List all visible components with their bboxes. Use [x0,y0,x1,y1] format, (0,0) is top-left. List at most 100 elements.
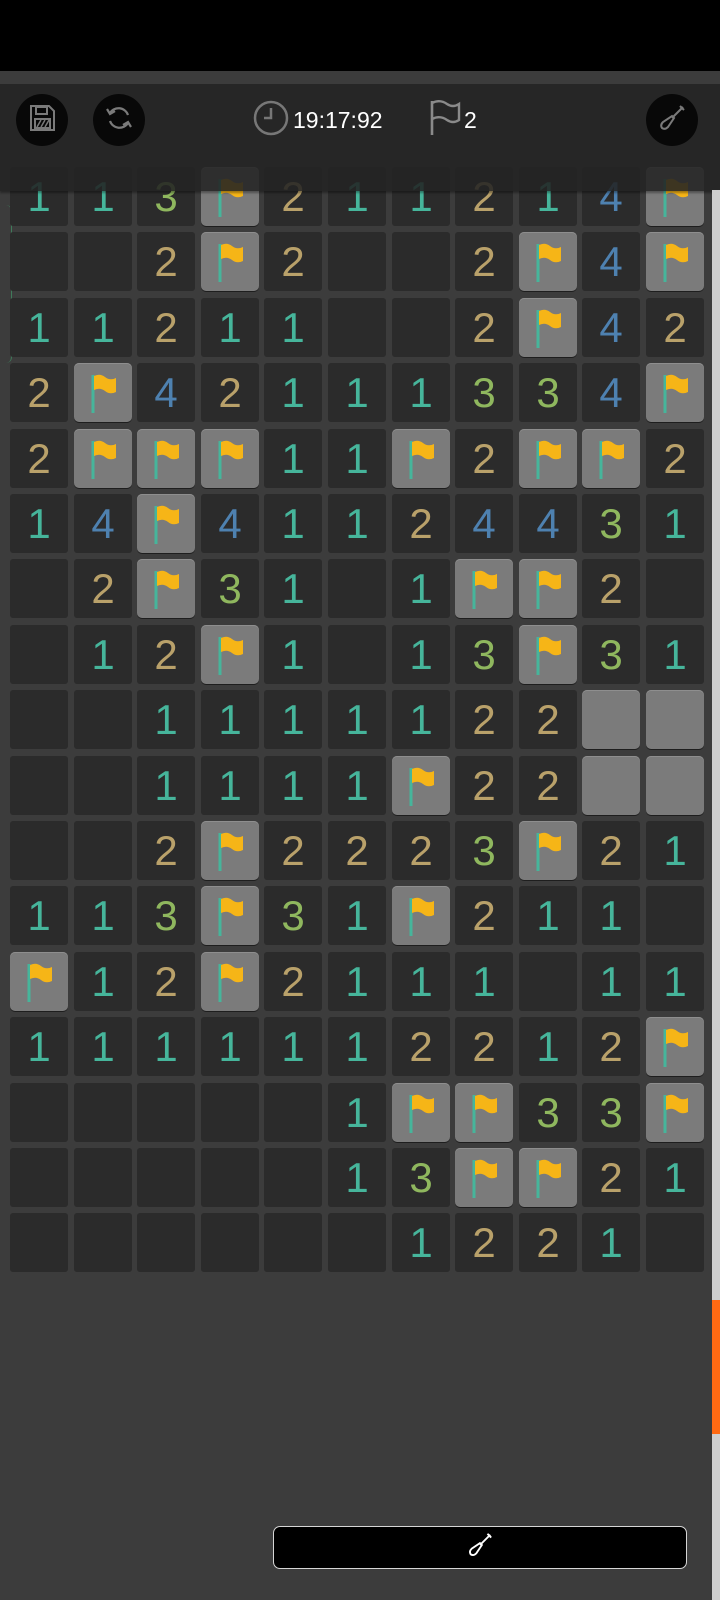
number-cell[interactable]: 1 [74,952,132,1011]
number-cell[interactable]: 1 [264,690,322,749]
number-cell[interactable]: 1 [264,298,322,357]
number-cell[interactable]: 1 [10,1017,68,1076]
number-cell[interactable]: 1 [328,494,386,553]
flagged-cell[interactable] [137,429,195,488]
number-cell[interactable]: 2 [264,952,322,1011]
flagged-cell[interactable] [74,363,132,422]
number-cell[interactable]: 3 [519,1083,577,1142]
empty-cell[interactable] [392,232,450,291]
number-cell[interactable]: 3 [264,886,322,945]
empty-cell[interactable] [137,1213,195,1272]
flagged-cell[interactable] [519,232,577,291]
number-cell[interactable]: 2 [646,298,704,357]
flagged-cell[interactable] [519,559,577,618]
number-cell[interactable]: 2 [455,1213,513,1272]
number-cell[interactable]: 1 [582,886,640,945]
empty-cell[interactable] [10,756,68,815]
dig-action-button[interactable] [273,1526,687,1569]
number-cell[interactable]: 2 [455,756,513,815]
number-cell[interactable]: 1 [201,690,259,749]
flagged-cell[interactable] [201,625,259,684]
empty-cell[interactable] [10,821,68,880]
flagged-cell[interactable] [646,1017,704,1076]
flagged-cell[interactable] [201,821,259,880]
empty-cell[interactable] [74,690,132,749]
number-cell[interactable]: 2 [519,690,577,749]
number-cell[interactable]: 1 [74,1017,132,1076]
number-cell[interactable]: 1 [74,625,132,684]
empty-cell[interactable] [10,690,68,749]
number-cell[interactable]: 3 [392,1148,450,1207]
flagged-cell[interactable] [455,559,513,618]
number-cell[interactable]: 1 [201,1017,259,1076]
number-cell[interactable]: 1 [10,886,68,945]
number-cell[interactable]: 1 [455,952,513,1011]
number-cell[interactable]: 1 [519,1017,577,1076]
number-cell[interactable]: 1 [646,821,704,880]
number-cell[interactable]: 1 [328,1083,386,1142]
number-cell[interactable]: 1 [328,1148,386,1207]
number-cell[interactable]: 2 [582,1148,640,1207]
number-cell[interactable]: 1 [392,1213,450,1272]
number-cell[interactable]: 1 [646,952,704,1011]
covered-cell[interactable] [646,756,704,815]
number-cell[interactable]: 1 [328,756,386,815]
number-cell[interactable]: 3 [137,886,195,945]
empty-cell[interactable] [10,559,68,618]
flagged-cell[interactable] [646,1083,704,1142]
empty-cell[interactable] [201,1083,259,1142]
empty-cell[interactable] [201,1148,259,1207]
empty-cell[interactable] [264,1148,322,1207]
number-cell[interactable]: 1 [328,363,386,422]
empty-cell[interactable] [74,756,132,815]
number-cell[interactable]: 2 [392,494,450,553]
number-cell[interactable]: 2 [455,232,513,291]
number-cell[interactable]: 2 [201,363,259,422]
flagged-cell[interactable] [137,494,195,553]
empty-cell[interactable] [10,1083,68,1142]
flagged-cell[interactable] [646,232,704,291]
flagged-cell[interactable] [519,298,577,357]
number-cell[interactable]: 4 [455,494,513,553]
empty-cell[interactable] [328,625,386,684]
number-cell[interactable]: 1 [137,690,195,749]
number-cell[interactable]: 3 [519,363,577,422]
number-cell[interactable]: 2 [392,1017,450,1076]
empty-cell[interactable] [328,298,386,357]
number-cell[interactable]: 2 [137,232,195,291]
empty-cell[interactable] [74,821,132,880]
number-cell[interactable]: 3 [455,363,513,422]
number-cell[interactable]: 1 [10,298,68,357]
number-cell[interactable]: 2 [10,363,68,422]
flagged-cell[interactable] [201,952,259,1011]
empty-cell[interactable] [74,1148,132,1207]
flagged-cell[interactable] [201,232,259,291]
number-cell[interactable]: 1 [392,952,450,1011]
save-button[interactable] [16,94,68,146]
restart-button[interactable] [93,94,145,146]
empty-cell[interactable] [646,1213,704,1272]
number-cell[interactable]: 1 [646,625,704,684]
number-cell[interactable]: 2 [455,886,513,945]
empty-cell[interactable] [328,1213,386,1272]
empty-cell[interactable] [10,1213,68,1272]
empty-cell[interactable] [10,625,68,684]
empty-cell[interactable] [264,1083,322,1142]
covered-cell[interactable] [582,756,640,815]
number-cell[interactable]: 2 [455,298,513,357]
number-cell[interactable]: 3 [582,1083,640,1142]
empty-cell[interactable] [519,952,577,1011]
number-cell[interactable]: 2 [582,1017,640,1076]
empty-cell[interactable] [10,1148,68,1207]
number-cell[interactable]: 1 [392,690,450,749]
number-cell[interactable]: 2 [137,625,195,684]
flagged-cell[interactable] [201,886,259,945]
number-cell[interactable]: 1 [328,429,386,488]
empty-cell[interactable] [74,232,132,291]
flagged-cell[interactable] [519,821,577,880]
number-cell[interactable]: 4 [201,494,259,553]
number-cell[interactable]: 1 [10,494,68,553]
number-cell[interactable]: 1 [264,429,322,488]
flagged-cell[interactable] [392,1083,450,1142]
number-cell[interactable]: 4 [582,298,640,357]
